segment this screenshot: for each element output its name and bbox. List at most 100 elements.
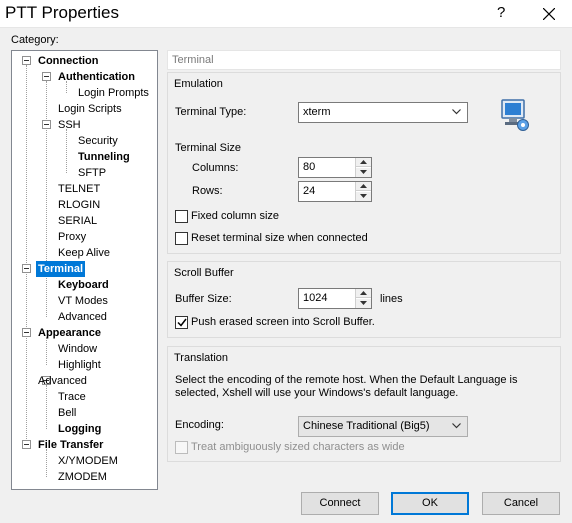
cancel-button[interactable]: Cancel [482,492,560,515]
terminal-type-select[interactable]: xterm [298,102,468,123]
caret-up-icon [360,184,367,188]
rows-down-button[interactable] [356,192,371,201]
tree-item-authentication[interactable]: Authentication [56,69,137,85]
tree-item-sftp[interactable]: SFTP [76,165,108,181]
terminal-type-value: xterm [303,106,331,118]
tree-item-zmodem[interactable]: ZMODEM [56,469,109,485]
panel-header: Terminal [167,50,561,70]
title-bar: PTT Properties ? [0,0,572,28]
terminal-settings-icon [501,99,529,131]
caret-down-icon [360,301,367,305]
caret-up-icon [360,160,367,164]
tree-item-terminal-advanced[interactable]: Advanced [56,309,109,325]
columns-up-button[interactable] [356,158,371,167]
tree-item-login-scripts[interactable]: Login Scripts [56,101,124,117]
tree-item-serial[interactable]: SERIAL [56,213,99,229]
category-label: Category: [11,34,59,46]
translation-description-line1: Select the encoding of the remote host. … [175,374,518,386]
buffer-size-spinner[interactable]: 1024 [298,288,372,309]
buffer-size-down-button[interactable] [356,299,371,308]
rows-spinner[interactable]: 24 [298,181,372,202]
tree-item-appearance[interactable]: Appearance [36,325,103,341]
tree-item-file-transfer[interactable]: File Transfer [36,437,105,453]
tree-item-keyboard[interactable]: Keyboard [56,277,111,293]
tree-item-rlogin[interactable]: RLOGIN [56,197,102,213]
scroll-buffer-group: Scroll Buffer Buffer Size: 1024 lines Pu… [167,261,561,338]
encoding-label: Encoding: [175,419,224,431]
tree-guide-line [46,81,47,275]
push-erased-label: Push erased screen into Scroll Buffer. [191,316,375,328]
tree-guide-line [46,385,47,429]
caret-up-icon [360,291,367,295]
translation-description-line2: selected, Xshell will use your Windows's… [175,387,459,399]
spinner-buttons [355,289,371,308]
tree-item-connection[interactable]: Connection [36,53,101,69]
columns-spinner[interactable]: 80 [298,157,372,178]
tree-item-logging[interactable]: Logging [56,421,103,437]
fixed-column-label: Fixed column size [191,210,280,222]
tree-guide-line [26,65,27,445]
columns-value: 80 [303,161,316,173]
collapse-icon[interactable] [22,56,31,65]
tree-item-trace[interactable]: Trace [56,389,88,405]
chevron-down-icon [452,423,461,429]
tree-guide-line [46,273,47,317]
tree-item-keep-alive[interactable]: Keep Alive [56,245,112,261]
checkmark-icon [177,318,187,327]
emulation-title: Emulation [174,78,223,90]
columns-down-button[interactable] [356,168,371,177]
fixed-column-checkbox[interactable] [175,210,188,223]
spinner-buttons [355,158,371,177]
tree-item-xymodem[interactable]: X/YMODEM [56,453,120,469]
collapse-icon[interactable] [22,328,31,337]
caret-down-icon [360,170,367,174]
buffer-size-label: Buffer Size: [175,293,232,305]
terminal-type-label: Terminal Type: [175,106,247,118]
ok-button[interactable]: OK [391,492,469,515]
help-button[interactable]: ? [497,4,505,21]
tree-item-ssh[interactable]: SSH [56,117,83,133]
encoding-value: Chinese Traditional (Big5) [303,420,430,432]
connect-button[interactable]: Connect [301,492,379,515]
tree-item-window[interactable]: Window [56,341,99,357]
rows-up-button[interactable] [356,182,371,191]
close-button[interactable] [532,0,566,28]
tree-item-telnet[interactable]: TELNET [56,181,102,197]
buffer-size-up-button[interactable] [356,289,371,298]
rows-label: Rows: [192,185,223,197]
chevron-down-icon [452,109,461,115]
collapse-icon[interactable] [22,264,31,273]
push-erased-checkbox[interactable] [175,316,188,329]
caret-down-icon [360,194,367,198]
reset-size-checkbox[interactable] [175,232,188,245]
tree-item-proxy[interactable]: Proxy [56,229,88,245]
ambiguous-width-label: Treat ambiguously sized characters as wi… [191,441,405,453]
tree-item-terminal[interactable]: Terminal [36,261,86,277]
tree-guide-line [46,449,47,477]
translation-group: Translation Select the encoding of the r… [167,346,561,462]
collapse-icon[interactable] [42,120,51,129]
ambiguous-width-checkbox[interactable] [175,441,188,454]
encoding-select[interactable]: Chinese Traditional (Big5) [298,416,468,437]
reset-size-label: Reset terminal size when connected [191,232,368,244]
buffer-size-value: 1024 [303,292,328,304]
close-icon [543,8,555,20]
window-title: PTT Properties [5,3,120,22]
emulation-group: Emulation Terminal Type: xterm Terminal … [167,72,561,254]
tree-item-advanced[interactable]: Advanced [36,373,89,389]
tree-item-vt-modes[interactable]: VT Modes [56,293,110,309]
tree-item-highlight[interactable]: Highlight [56,357,103,373]
tree-item-tunneling[interactable]: Tunneling [76,149,132,165]
tree-guide-line [46,337,47,365]
tree-item-login-prompts[interactable]: Login Prompts [76,85,151,101]
tree-item-security[interactable]: Security [76,133,120,149]
tree-item-bell[interactable]: Bell [56,405,78,421]
terminal-size-label: Terminal Size [175,142,242,154]
spinner-buttons [355,182,371,201]
collapse-icon[interactable] [22,440,31,449]
columns-label: Columns: [192,162,239,174]
rows-value: 24 [303,185,316,197]
category-tree[interactable]: Connection Authentication Login Prompts … [11,50,158,490]
collapse-icon[interactable] [42,72,51,81]
translation-title: Translation [174,352,229,364]
